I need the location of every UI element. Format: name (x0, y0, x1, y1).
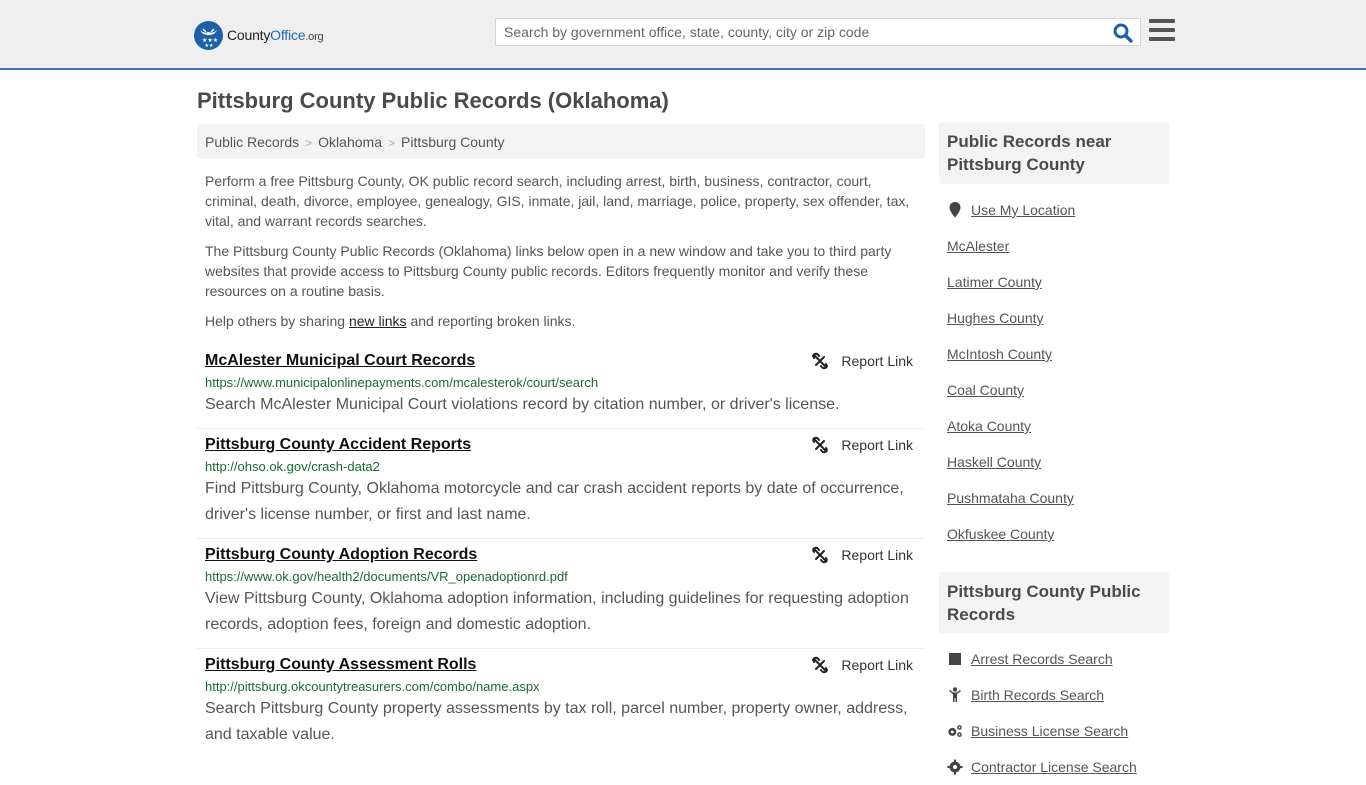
county-record-item: Arrest Records Search (947, 641, 1169, 677)
record-url: http://pittsburg.okcountytreasurers.com/… (205, 679, 540, 694)
intro-paragraph-3: Help others by sharing new links and rep… (205, 313, 576, 329)
page-title: Pittsburg County Public Records (Oklahom… (197, 88, 669, 113)
intro-paragraph-2: The Pittsburg County Public Records (Okl… (205, 243, 892, 299)
record-title-link[interactable]: Pittsburg County Assessment Rolls (205, 654, 476, 676)
nearby-records-heading: Public Records near Pittsburg County (939, 122, 1169, 184)
hamburger-menu-button[interactable] (1149, 19, 1175, 41)
menu-bar (1149, 28, 1175, 32)
record-title-link[interactable]: Pittsburg County Accident Reports (205, 434, 471, 456)
nearby-link-latimer-county[interactable]: Latimer County (947, 274, 1042, 290)
logo-text: CountyOffice.org (227, 27, 324, 43)
child-icon (947, 687, 963, 703)
nearby-link-pushmataha-county[interactable]: Pushmataha County (947, 490, 1074, 506)
menu-bar (1149, 37, 1175, 41)
county-record-item: Contractor License Search (947, 749, 1169, 785)
county-records-heading: Pittsburg County Public Records (939, 572, 1169, 633)
record-url: http://ohso.ok.gov/crash-data2 (205, 459, 380, 474)
nearby-item: Okfuskee County (947, 516, 1169, 552)
breadcrumb-separator: > (387, 136, 395, 150)
record-description: View Pittsburg County, Oklahoma adoption… (205, 590, 909, 633)
report-link-button[interactable]: Report Link (811, 656, 913, 674)
nearby-item: Haskell County (947, 444, 1169, 480)
contractor-license-search-link[interactable]: Contractor License Search (971, 759, 1137, 775)
use-my-location-item: Use My Location (947, 192, 1169, 228)
nearby-link-mcintosh-county[interactable]: McIntosh County (947, 346, 1052, 362)
search-icon (1113, 23, 1133, 43)
nearby-records-list: Use My Location McAlester Latimer County… (947, 192, 1169, 552)
intro-paragraph-1: Perform a free Pittsburg County, OK publ… (205, 173, 910, 229)
new-links-link[interactable]: new links (349, 313, 407, 329)
records-list: McAlester Municipal Court Records Report… (197, 345, 925, 758)
nearby-link-mcalester[interactable]: McAlester (947, 238, 1009, 254)
nearby-item: Coal County (947, 372, 1169, 408)
record-item: Pittsburg County Adoption Records Report… (197, 539, 925, 649)
broken-link-icon (812, 656, 829, 674)
record-url: https://www.municipalonlinepayments.com/… (205, 375, 599, 390)
record-item: Pittsburg County Accident Reports Report… (197, 429, 925, 539)
broken-link-icon (812, 352, 829, 370)
nearby-item: McAlester (947, 228, 1169, 264)
search-button[interactable] (1112, 22, 1134, 44)
intro-text: Perform a free Pittsburg County, OK publ… (205, 171, 917, 341)
nearby-link-okfuskee-county[interactable]: Okfuskee County (947, 526, 1054, 542)
report-link-button[interactable]: Report Link (811, 546, 913, 564)
nearby-link-haskell-county[interactable]: Haskell County (947, 454, 1041, 470)
square-icon (947, 651, 963, 667)
record-title-link[interactable]: McAlester Municipal Court Records (205, 350, 475, 372)
nearby-item: Hughes County (947, 300, 1169, 336)
county-record-item: Business License Search (947, 713, 1169, 749)
gears-icon (947, 723, 963, 739)
report-link-button[interactable]: Report Link (811, 352, 913, 370)
menu-bar (1149, 19, 1175, 23)
record-title-link[interactable]: Pittsburg County Adoption Records (205, 544, 477, 566)
site-logo[interactable]: ★★★ ★★ CountyOffice.org (194, 20, 324, 50)
record-item: Pittsburg County Assessment Rolls Report… (197, 649, 925, 758)
nearby-link-atoka-county[interactable]: Atoka County (947, 418, 1031, 434)
breadcrumb: Public Records > Oklahoma > Pittsburg County (197, 124, 925, 159)
broken-link-icon (812, 546, 829, 564)
breadcrumb-public-records[interactable]: Public Records (205, 134, 299, 150)
record-description: Search Pittsburg County property assessm… (205, 700, 908, 743)
nearby-link-coal-county[interactable]: Coal County (947, 382, 1024, 398)
report-link-button[interactable]: Report Link (811, 436, 913, 454)
nearby-link-hughes-county[interactable]: Hughes County (947, 310, 1044, 326)
county-records-list: Arrest Records Search Birth Records Sear… (947, 641, 1169, 785)
record-description: Find Pittsburg County, Oklahoma motorcyc… (205, 480, 904, 523)
svg-text:★★: ★★ (205, 43, 214, 49)
map-marker-icon (947, 202, 963, 218)
search-input[interactable] (496, 19, 1106, 45)
nearby-item: Pushmataha County (947, 480, 1169, 516)
use-my-location-link[interactable]: Use My Location (971, 202, 1075, 218)
broken-link-icon (812, 436, 829, 454)
breadcrumb-separator: > (305, 136, 313, 150)
nearby-item: McIntosh County (947, 336, 1169, 372)
county-record-item: Birth Records Search (947, 677, 1169, 713)
breadcrumb-pittsburg-county[interactable]: Pittsburg County (401, 134, 505, 150)
search-bar (495, 18, 1141, 46)
site-header: ★★★ ★★ CountyOffice.org (0, 0, 1366, 70)
record-url: https://www.ok.gov/health2/documents/VR_… (205, 569, 568, 584)
record-description: Search McAlester Municipal Court violati… (205, 396, 840, 413)
nearby-item: Atoka County (947, 408, 1169, 444)
business-license-search-link[interactable]: Business License Search (971, 723, 1128, 739)
record-item: McAlester Municipal Court Records Report… (197, 345, 925, 429)
logo-eagle-icon: ★★★ ★★ (194, 20, 223, 50)
breadcrumb-oklahoma[interactable]: Oklahoma (318, 134, 382, 150)
birth-records-search-link[interactable]: Birth Records Search (971, 687, 1104, 703)
arrest-records-search-link[interactable]: Arrest Records Search (971, 651, 1113, 667)
nearby-item: Latimer County (947, 264, 1169, 300)
gear-icon (947, 759, 963, 775)
